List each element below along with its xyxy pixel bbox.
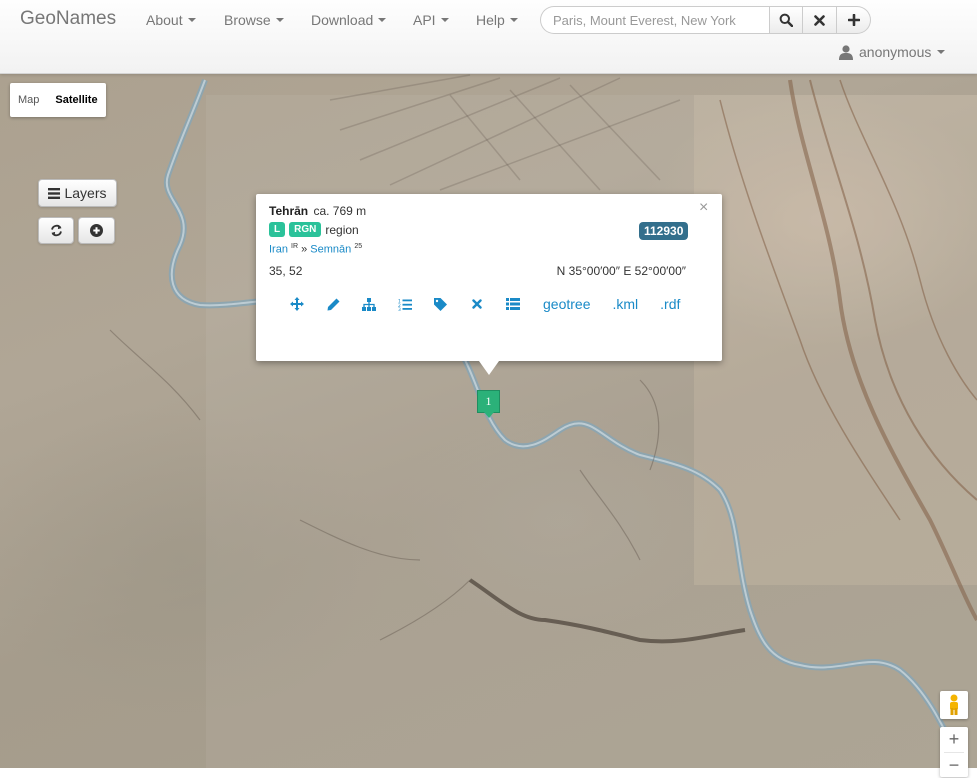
caret-down-icon xyxy=(440,18,449,22)
search-icon xyxy=(779,13,793,27)
dms-coordinates: N 35°00′00″ E 52°00′00″ xyxy=(556,264,686,278)
nav-about[interactable]: About xyxy=(146,12,196,28)
decimal-coordinates: 35, 52 xyxy=(269,264,303,278)
terrain-overlay xyxy=(109,74,977,762)
admin1-link[interactable]: Semnān xyxy=(310,244,351,256)
close-icon xyxy=(472,299,482,309)
caret-down-icon xyxy=(509,18,518,22)
zoom-out-button[interactable]: − xyxy=(940,753,968,778)
place-title: Tehrān ca. 769 m xyxy=(269,204,366,218)
map-marker[interactable]: 1 xyxy=(477,390,500,418)
plus-icon xyxy=(847,14,860,26)
geonameid-badge[interactable]: 112930 xyxy=(639,222,689,240)
place-elevation: ca. 769 m xyxy=(313,204,367,218)
edit-button[interactable] xyxy=(315,295,351,313)
feature-code-badge: RGN xyxy=(289,222,322,237)
zoom-in-button[interactable]: + xyxy=(940,727,968,752)
move-button[interactable] xyxy=(279,295,315,313)
nav-help-label: Help xyxy=(476,12,505,28)
place-info-popup: × Tehrān ca. 769 m L RGN region 112930 I… xyxy=(256,194,722,375)
place-name: Tehrān xyxy=(269,204,309,218)
popup-close-button[interactable]: × xyxy=(699,199,708,217)
search-input[interactable] xyxy=(540,6,769,34)
pegman-icon xyxy=(950,694,958,715)
user-icon xyxy=(839,44,853,60)
plus-circle-icon xyxy=(90,224,103,237)
brand-logo[interactable]: GeoNames xyxy=(20,8,116,30)
pencil-icon xyxy=(327,298,339,310)
breadcrumb-separator: » xyxy=(301,243,308,256)
tags-button[interactable] xyxy=(423,295,459,313)
nav-download[interactable]: Download xyxy=(311,12,387,28)
clear-search-button[interactable] xyxy=(803,6,837,34)
nav-help[interactable]: Help xyxy=(476,12,518,28)
admin1-code: 25 xyxy=(354,243,363,250)
caret-down-icon xyxy=(275,18,284,22)
refresh-button[interactable] xyxy=(38,217,74,244)
map-type-satellite-button[interactable]: Satellite xyxy=(47,94,105,106)
country-code: IR xyxy=(291,243,299,250)
nav-api[interactable]: API xyxy=(413,12,449,28)
search-group xyxy=(540,6,871,34)
country-link[interactable]: Iran xyxy=(269,244,288,256)
street-view-pegman[interactable] xyxy=(940,691,968,719)
close-icon xyxy=(814,14,825,26)
layers-button[interactable]: Layers xyxy=(38,179,117,207)
search-button[interactable] xyxy=(769,6,803,34)
caret-down-icon xyxy=(937,50,946,54)
list-icon xyxy=(48,187,61,199)
ordered-list-icon: 123 xyxy=(398,298,412,311)
user-menu[interactable]: anonymous xyxy=(839,44,946,60)
move-icon xyxy=(290,297,304,311)
username: anonymous xyxy=(859,44,932,60)
th-list-icon xyxy=(506,298,520,310)
popup-actions: 123 geotree .kml .rdf xyxy=(279,295,680,313)
geotree-link[interactable]: geotree xyxy=(543,296,590,312)
kml-link[interactable]: .kml xyxy=(612,296,638,312)
caret-down-icon xyxy=(378,18,387,22)
feature-row: L RGN region xyxy=(269,222,359,237)
sitemap-icon xyxy=(362,297,376,311)
caret-down-icon xyxy=(187,18,196,22)
nav-api-label: API xyxy=(413,12,436,28)
add-place-button[interactable] xyxy=(78,217,115,244)
hierarchy-button[interactable] xyxy=(351,295,387,313)
svg-text:3: 3 xyxy=(398,307,401,311)
feature-class-badge: L xyxy=(269,222,286,237)
details-list-button[interactable] xyxy=(495,295,531,313)
delete-button[interactable] xyxy=(459,295,495,313)
ordered-list-button[interactable]: 123 xyxy=(387,295,423,313)
admin-breadcrumb: Iran IR » Semnān 25 xyxy=(269,243,362,256)
satellite-map[interactable] xyxy=(0,0,977,768)
top-navbar: GeoNames About Browse Download API Help … xyxy=(0,0,977,74)
add-button[interactable] xyxy=(837,6,871,34)
rdf-link[interactable]: .rdf xyxy=(660,296,680,312)
nav-browse-label: Browse xyxy=(224,12,271,28)
refresh-icon xyxy=(50,224,62,237)
map-type-control: Map Satellite xyxy=(10,83,106,117)
nav-about-label: About xyxy=(146,12,183,28)
zoom-control: + − xyxy=(940,727,968,777)
map-type-map-button[interactable]: Map xyxy=(10,94,47,106)
tag-icon xyxy=(433,297,447,311)
feature-description: region xyxy=(325,222,359,237)
nav-browse[interactable]: Browse xyxy=(224,12,284,28)
layers-label: Layers xyxy=(64,185,107,201)
nav-download-label: Download xyxy=(311,12,374,28)
